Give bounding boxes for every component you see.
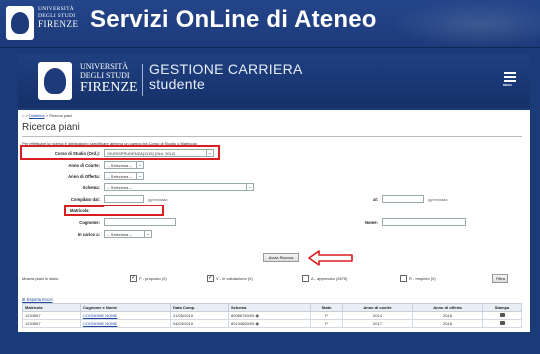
filter-respinto[interactable]: R - respinto (0) — [400, 275, 436, 282]
table-row: 1234567 COGNOME NOME 04/04/2019 80134660… — [22, 319, 522, 328]
state-filters: Mostra piani in stato: ✓ P - proposto (2… — [22, 274, 522, 284]
chevron-down-icon: ⌄ — [136, 173, 143, 179]
table-header-row: Matricola Cognome e Nome Data Comp. Sche… — [22, 303, 522, 312]
cell-schema: 80134660/09 ◉ — [228, 319, 311, 328]
content-panel: ⌂ > Didattica > Ricerca piani Ricerca pi… — [18, 110, 530, 332]
printer-icon[interactable] — [499, 321, 505, 325]
filtra-button[interactable]: Filtra — [492, 274, 508, 283]
filter-in-valutazione[interactable]: ✓ V - in valutazione (0) — [207, 275, 253, 282]
banner-decoration — [390, 0, 540, 48]
col-matricola[interactable]: Matricola — [22, 303, 81, 312]
cell-data: 21/05/2019 — [170, 311, 229, 320]
page-title: Ricerca piani — [22, 122, 80, 133]
checkbox-icon[interactable] — [400, 275, 407, 282]
cell-anno-coorte: 2014 — [342, 311, 413, 320]
cell-matricola: 1234567 — [22, 311, 81, 320]
cell-matricola: 1234567 — [22, 319, 81, 328]
avvia-ricerca-button[interactable]: Avvia Ricerca — [263, 253, 299, 262]
nome-input[interactable] — [382, 218, 466, 226]
col-anno-coorte[interactable]: Anno di coorte — [342, 303, 413, 312]
info-icon[interactable]: ◉ — [255, 313, 259, 318]
top-banner: UNIVERSITÀ DEGLI STUDI FIRENZE Servizi O… — [0, 0, 540, 48]
arrow-left-icon — [308, 250, 353, 266]
al-label: al: — [373, 197, 378, 202]
filter-proposto[interactable]: ✓ P - proposto (2) — [130, 275, 167, 282]
anno-offerta-label: Anno di Offerta: — [68, 174, 100, 179]
cell-anno-coorte: 2017 — [342, 319, 413, 328]
in-carico-label: In carico a: — [77, 232, 100, 237]
nome-label: Nome: — [364, 220, 378, 225]
date-format-hint: gg/mm/aaaa — [148, 198, 168, 202]
col-stato[interactable]: Stato — [310, 303, 343, 312]
checkbox-checked-icon[interactable]: ✓ — [207, 275, 214, 282]
col-stampa: Stampa — [482, 303, 522, 312]
menu-label: MENU — [503, 83, 512, 87]
printer-icon[interactable] — [499, 313, 505, 317]
schema-label: Schema: — [82, 185, 100, 190]
cell-stampa — [482, 319, 522, 328]
breadcrumb-link-didattica[interactable]: Didattica — [29, 113, 45, 118]
cell-nome: COGNOME NOME — [80, 319, 171, 328]
anno-coorte-label: Anno di Coorte: — [68, 163, 100, 168]
chevron-down-icon: ⌄ — [246, 184, 253, 190]
corso-highlight — [20, 145, 220, 160]
banner-university-name: UNIVERSITÀ DEGLI STUDI FIRENZE — [38, 6, 79, 29]
student-link[interactable]: COGNOME NOME — [83, 321, 117, 326]
cell-stato: P — [310, 311, 343, 320]
app-university-name: UNIVERSITÀ DEGLI STUDI FIRENZE — [80, 62, 138, 95]
checkbox-checked-icon[interactable]: ✓ — [130, 275, 137, 282]
in-carico-select[interactable]: -- Seleziona -- ⌄ — [104, 230, 152, 238]
cell-anno-offerta: 2018 — [412, 319, 483, 328]
compilato-al-input[interactable] — [382, 195, 424, 203]
compilato-dal-input[interactable] — [104, 195, 144, 203]
hamburger-menu-icon[interactable]: MENU — [503, 72, 516, 87]
checkbox-icon[interactable] — [302, 275, 309, 282]
chevron-down-icon: ⌄ — [144, 231, 151, 237]
col-data-comp[interactable]: Data Comp. — [170, 303, 229, 312]
anno-offerta-select[interactable]: -- Seleziona -- ⌄ — [104, 172, 144, 180]
student-link[interactable]: COGNOME NOME — [83, 313, 117, 318]
app-title: GESTIONE CARRIERA studente — [149, 61, 303, 92]
filters-label: Mostra piani in stato: — [22, 276, 59, 281]
banner-title: Servizi OnLine di Ateneo — [90, 6, 377, 33]
title-divider — [22, 136, 522, 137]
cognome-input[interactable] — [104, 218, 176, 226]
breadcrumb-current: > Ricerca piani — [45, 113, 73, 118]
cell-anno-offerta: 2018 — [412, 311, 483, 320]
col-anno-offerta[interactable]: Anno di offerta — [412, 303, 483, 312]
cell-stato: P — [310, 319, 343, 328]
app-seal-icon[interactable] — [38, 62, 72, 100]
cell-data: 04/04/2019 — [170, 319, 229, 328]
chevron-down-icon: ⌄ — [136, 162, 143, 168]
compilato-label: Compilato dal: — [70, 197, 100, 202]
home-icon[interactable]: ⌂ > — [22, 113, 28, 118]
export-excel-link[interactable]: ⊞ Esporta Excel — [22, 297, 53, 302]
col-cognome-nome[interactable]: Cognome e Nome — [80, 303, 171, 312]
info-icon[interactable]: ◉ — [255, 321, 259, 326]
col-schema[interactable]: Schema — [228, 303, 311, 312]
header-divider — [142, 64, 143, 96]
anno-coorte-select[interactable]: -- Seleziona -- ⌄ — [104, 161, 144, 169]
breadcrumb: ⌂ > Didattica > Ricerca piani — [22, 113, 72, 118]
cell-schema: 80086750/09 ◉ — [228, 311, 311, 320]
cell-stampa — [482, 311, 522, 320]
university-seal-icon — [6, 6, 34, 40]
results-table: Matricola Cognome e Nome Data Comp. Sche… — [22, 303, 522, 328]
filter-approvato[interactable]: A - approvato (2675) — [302, 275, 347, 282]
cognome-label: Cognome: — [79, 220, 100, 225]
table-row: 1234567 COGNOME NOME 21/05/2019 80086750… — [22, 311, 522, 320]
matricola-input[interactable] — [104, 206, 162, 214]
schema-select[interactable]: -- Seleziona -- ⌄ — [104, 183, 254, 191]
app-header: UNIVERSITÀ DEGLI STUDI FIRENZE GESTIONE … — [18, 54, 530, 108]
cell-nome: COGNOME NOME — [80, 311, 171, 320]
date-format-hint: gg/mm/aaaa — [428, 198, 448, 202]
